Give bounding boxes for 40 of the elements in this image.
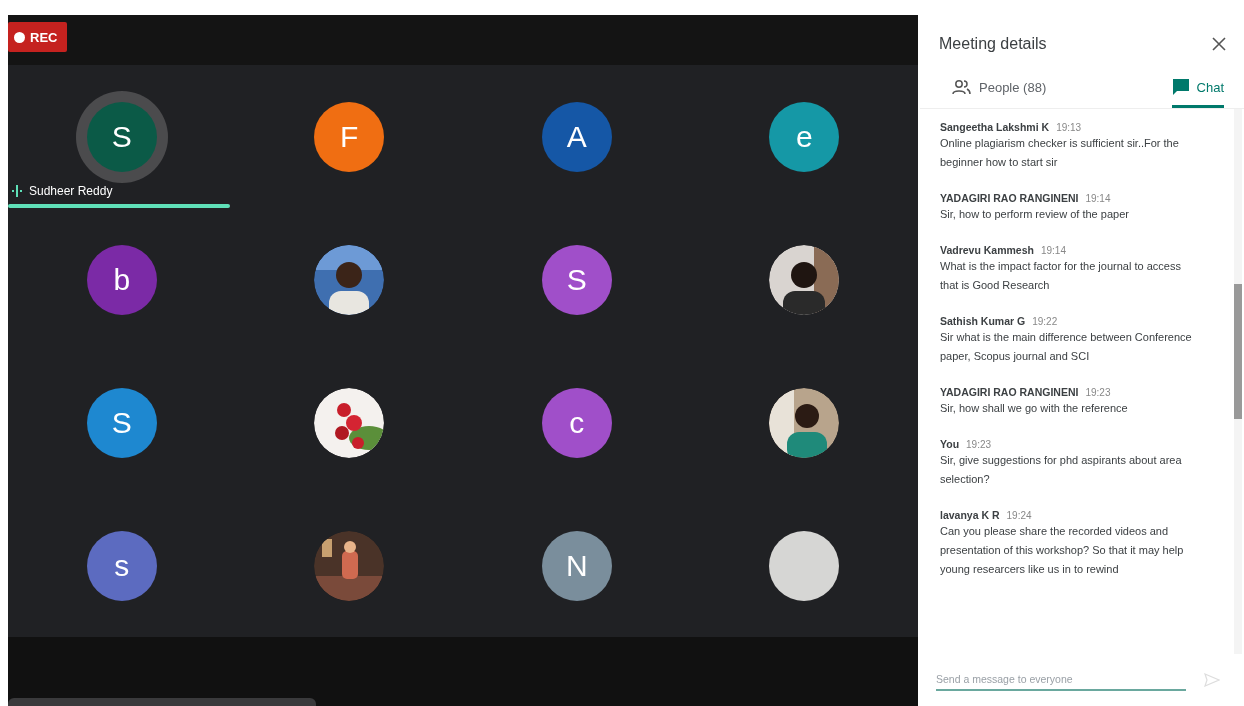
message-text: Can you please share the recorded videos and presentation of this workshop? So that it may help young researcers like us in to rewind: [940, 524, 1185, 577]
message-text: Sir what is the main difference between Conference paper, Scopus journal and SCI: [940, 330, 1193, 364]
avatar: b: [86, 244, 157, 315]
message-text: Sir, how to perform review of the paper: [940, 207, 1130, 222]
audio-level-icon: [12, 185, 22, 197]
sender-name: lavanya K R: [940, 509, 1000, 521]
sender-name: You: [940, 438, 960, 450]
avatar: A: [541, 101, 612, 172]
avatar: c: [541, 387, 612, 458]
sender-name: YADAGIRI RAO RANGINENI: [940, 192, 1079, 204]
message-text: What is the impact factor for the journal to access that is Good Research: [940, 259, 1182, 293]
message-time: 19:13: [1056, 122, 1082, 133]
message-text: Sir, how shall we go with the reference: [940, 401, 1129, 416]
scrollbar[interactable]: [1234, 109, 1242, 654]
tab[interactable]: Chat: [1171, 72, 1224, 108]
tab[interactable]: People (88): [932, 72, 1061, 108]
avatar: e: [769, 101, 840, 172]
message-time: 19:23: [1085, 387, 1111, 398]
message-text: Online plagiarism checker is sufficient sir..For the beginner how to start sir: [940, 136, 1180, 170]
message-time: 19:23: [966, 439, 992, 450]
chat-icon: [1171, 78, 1190, 96]
sender-name: Sathish Kumar G: [940, 315, 1026, 327]
sender-name: Vadrevu Kammesh: [940, 244, 1034, 256]
message-time: 19:24: [1006, 510, 1032, 521]
sender-name: YADAGIRI RAO RANGINENI: [940, 386, 1079, 398]
send-icon[interactable]: [1204, 673, 1220, 687]
recording-badge: REC: [8, 22, 68, 52]
message-text: Sir, give suggestions for phd aspirants about area selection?: [940, 453, 1183, 487]
avatar: F: [314, 101, 385, 172]
message-time: 19:14: [1085, 193, 1111, 204]
participant-name: Sudheer Reddy: [29, 184, 113, 198]
people-icon: [952, 79, 972, 95]
sender-name: Sangeetha Lakshmi K: [940, 121, 1050, 133]
avatar: S: [541, 244, 612, 315]
panel-title: Meeting details: [939, 35, 1047, 53]
message-time: 19:22: [1032, 316, 1058, 327]
message-time: 19:14: [1040, 245, 1066, 256]
avatar: s: [86, 530, 157, 601]
avatar: N: [541, 530, 612, 601]
avatar: S: [86, 387, 157, 458]
